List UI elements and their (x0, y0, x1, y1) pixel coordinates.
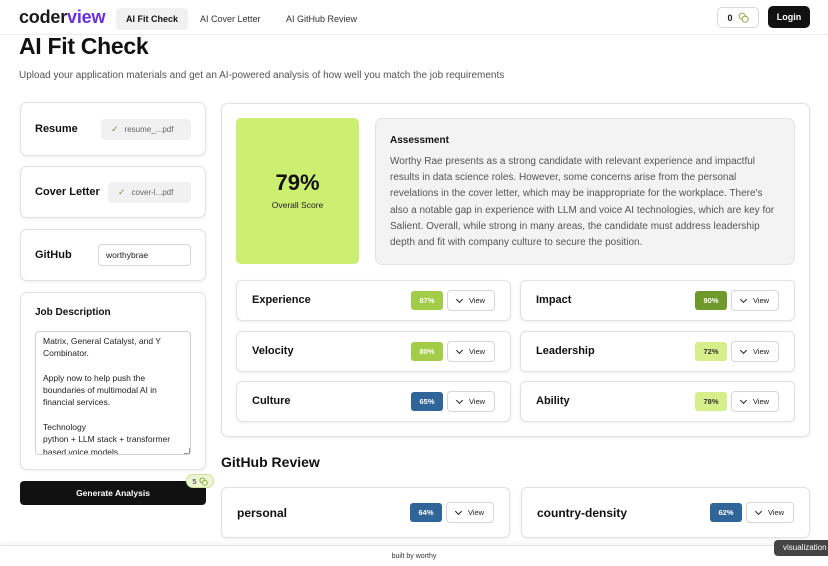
view-label: View (752, 397, 770, 406)
resize-handle-icon[interactable] (184, 448, 190, 454)
footer: built by worthy (0, 545, 828, 566)
metric-score-badge: 65% (411, 392, 443, 411)
chevron-down-icon (754, 507, 762, 515)
metric-score-badge: 87% (411, 291, 443, 310)
cover-letter-file-name: cover-l...pdf (131, 188, 174, 197)
chevron-down-icon (455, 346, 463, 354)
logo-part-2: view (67, 7, 106, 27)
repo-card-personal: personal 64% View (221, 487, 510, 538)
metric-card-ability: Ability 78% View (520, 381, 795, 422)
metric-score-badge: 80% (411, 342, 443, 361)
logo-part-1: coder (19, 7, 68, 27)
view-label: View (752, 296, 770, 305)
metric-name: Experience (252, 294, 311, 306)
view-button[interactable]: View (447, 341, 495, 362)
coins-icon (199, 476, 208, 486)
generate-cost-badge: 5 (186, 474, 214, 488)
overall-score-label: Overall Score (271, 200, 324, 210)
overall-score-tile: 79% Overall Score (236, 118, 359, 264)
repo-card-country-density: country-density 62% View (521, 487, 810, 538)
view-label: View (767, 508, 785, 517)
repo-score-badge: 64% (410, 503, 442, 522)
view-button[interactable]: View (731, 290, 779, 311)
generate-cost: 5 (192, 476, 197, 486)
check-icon: ✓ (118, 187, 126, 197)
resume-label: Resume (35, 123, 78, 135)
chevron-down-icon (454, 507, 462, 515)
view-button[interactable]: View (731, 341, 779, 362)
cover-letter-label: Cover Letter (35, 186, 100, 198)
view-label: View (468, 347, 486, 356)
assessment-box: Assessment Worthy Rae presents as a stro… (375, 118, 795, 265)
credits-count: 0 (727, 12, 733, 23)
view-label: View (468, 296, 486, 305)
view-button[interactable]: View (746, 502, 794, 523)
top-nav: coderview AI Fit Check AI Cover Letter A… (0, 0, 828, 35)
credits-button[interactable]: 0 (717, 7, 759, 28)
logo[interactable]: coderview (19, 7, 105, 28)
view-label: View (468, 397, 486, 406)
repo-name: personal (237, 506, 288, 520)
chevron-down-icon (739, 295, 747, 303)
metric-score-badge: 90% (695, 291, 727, 310)
coins-icon (738, 12, 749, 23)
resume-file-name: resume_...pdf (124, 125, 174, 134)
github-username-input[interactable] (98, 244, 191, 266)
metric-score-badge: 72% (695, 342, 727, 361)
metric-card-velocity: Velocity 80% View (236, 331, 511, 372)
job-description-label: Job Description (35, 307, 111, 318)
cover-letter-file-chip[interactable]: ✓ cover-l...pdf (108, 182, 191, 203)
metric-name: Culture (252, 395, 291, 407)
assessment-title: Assessment (390, 135, 449, 146)
metric-name: Leadership (536, 345, 595, 357)
page-title: AI Fit Check (19, 33, 149, 59)
metric-name: Velocity (252, 345, 294, 357)
metric-card-impact: Impact 90% View (520, 280, 795, 321)
job-description-textarea[interactable]: Matrix, General Catalyst, and Y Combinat… (35, 331, 191, 455)
view-label: View (467, 508, 485, 517)
view-button[interactable]: View (731, 391, 779, 412)
resume-file-chip[interactable]: ✓ resume_...pdf (101, 119, 191, 140)
overall-score-value: 79% (275, 170, 320, 195)
metric-card-culture: Culture 65% View (236, 381, 511, 422)
page-subtitle: Upload your application materials and ge… (19, 70, 505, 81)
github-review-title: GitHub Review (221, 454, 320, 470)
assessment-text: Worthy Rae presents as a strong candidat… (390, 156, 775, 249)
view-label: View (752, 347, 770, 356)
metric-score-badge: 78% (695, 392, 727, 411)
view-button[interactable]: View (447, 391, 495, 412)
chevron-down-icon (455, 396, 463, 404)
footer-text: built by worthy (391, 553, 437, 560)
generate-analysis-button[interactable]: Generate Analysis (20, 481, 206, 505)
metric-name: Impact (536, 294, 572, 306)
view-button[interactable]: View (446, 502, 494, 523)
github-label: GitHub (35, 249, 72, 261)
chevron-down-icon (455, 295, 463, 303)
metric-card-leadership: Leadership 72% View (520, 331, 795, 372)
metric-card-experience: Experience 87% View (236, 280, 511, 321)
chevron-down-icon (739, 346, 747, 354)
chevron-down-icon (739, 396, 747, 404)
metric-name: Ability (536, 395, 570, 407)
view-button[interactable]: View (447, 290, 495, 311)
tab-ai-fit-check[interactable]: AI Fit Check (116, 8, 189, 30)
repo-score-badge: 62% (710, 503, 742, 522)
visualization-tag[interactable]: visualization (774, 540, 828, 556)
tab-ai-github-review[interactable]: AI GitHub Review (276, 8, 367, 30)
tab-ai-cover-letter[interactable]: AI Cover Letter (190, 8, 271, 30)
check-icon: ✓ (111, 124, 119, 134)
login-button[interactable]: Login (768, 6, 810, 28)
repo-name: country-density (537, 506, 628, 520)
